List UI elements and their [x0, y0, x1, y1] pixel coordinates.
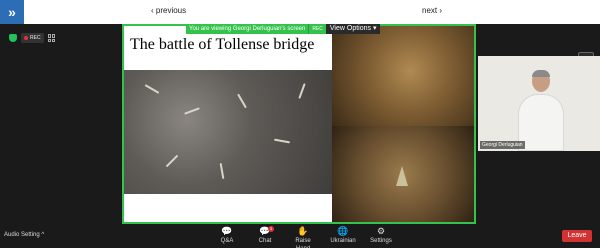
- recording-indicator: REC: [21, 33, 44, 43]
- arrowhead-in-skull-photo: [332, 126, 474, 222]
- share-banner: You are viewing Georgi Derluguian's scre…: [186, 24, 381, 34]
- view-options-button[interactable]: View Options ▾: [325, 24, 381, 34]
- arrowhead-icon: [396, 166, 408, 186]
- gear-icon: ⚙: [376, 226, 386, 236]
- shared-screen: The battle of Tollense bridge: [122, 24, 476, 224]
- leave-button[interactable]: Leave: [562, 230, 592, 242]
- recording-label: REC: [30, 35, 41, 41]
- chat-unread-badge: 3: [268, 226, 274, 232]
- top-navigation: » ‹ previous next ›: [0, 0, 600, 24]
- meeting-status-icons: REC: [9, 33, 56, 43]
- language-button[interactable]: 🌐 Ukrainian: [328, 226, 358, 245]
- record-dot-icon: [24, 36, 28, 40]
- viewing-screen-label: You are viewing Georgi Derluguian's scre…: [186, 24, 309, 34]
- previous-button[interactable]: ‹ previous: [151, 6, 186, 15]
- language-label: Ukrainian: [330, 238, 356, 244]
- meeting-controls: Audio Setting ^ 💬 Q&A 💬 3 Chat ✋ Raise H…: [0, 224, 600, 248]
- settings-label: Settings: [370, 238, 392, 244]
- audio-setting-button[interactable]: Audio Setting ^: [4, 232, 44, 238]
- hand-icon: ✋: [297, 226, 309, 236]
- skull-closeup-photo: [332, 26, 474, 126]
- participant-video[interactable]: Georgi Derluguian: [478, 56, 600, 151]
- gallery-view-icon[interactable]: [47, 34, 56, 42]
- globe-icon: 🌐: [337, 226, 349, 236]
- double-chevron-right-icon: »: [8, 4, 16, 20]
- raise-hand-button[interactable]: ✋ Raise Hand: [288, 226, 318, 248]
- meeting-stage: REC The battle of Tollense bridge You ar…: [0, 24, 600, 224]
- qa-icon: 💬: [221, 226, 233, 236]
- chat-label: Chat: [258, 238, 272, 244]
- meeting-window: » ‹ previous next › REC The battle of To…: [0, 0, 600, 248]
- participant-name: Georgi Derluguian: [480, 141, 525, 149]
- expand-panel-button[interactable]: »: [0, 0, 24, 24]
- qa-label: Q&A: [220, 238, 234, 244]
- slide-title: The battle of Tollense bridge: [130, 36, 315, 53]
- raise-hand-label: Raise Hand: [295, 238, 311, 248]
- settings-button[interactable]: ⚙ Settings: [366, 226, 396, 245]
- next-button[interactable]: next ›: [422, 6, 442, 15]
- qa-button[interactable]: 💬 Q&A: [212, 226, 242, 245]
- share-recording-label: REC: [308, 24, 326, 34]
- speaker-avatar: [518, 70, 564, 151]
- battlefield-photo: [124, 70, 332, 194]
- chat-button[interactable]: 💬 3 Chat: [250, 226, 280, 245]
- security-shield-icon[interactable]: [9, 34, 17, 42]
- chat-icon: 💬: [259, 226, 271, 236]
